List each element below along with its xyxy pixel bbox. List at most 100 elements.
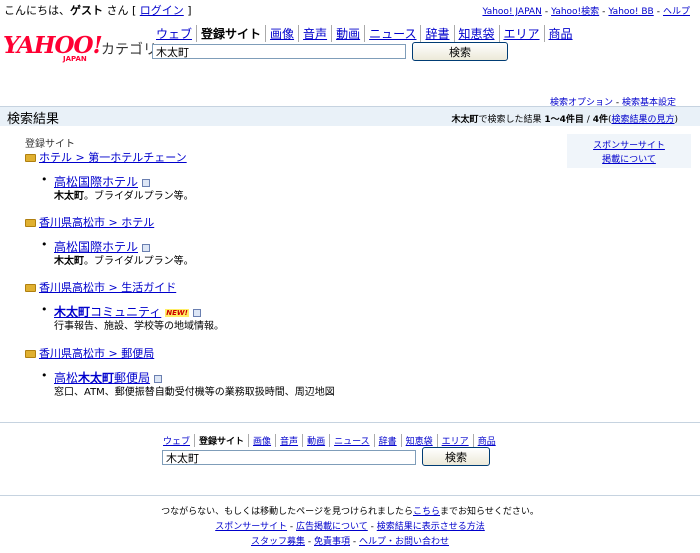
- site-link[interactable]: 高松国際ホテル: [54, 175, 138, 189]
- footer-disclaimer-link[interactable]: 免責事項: [314, 537, 350, 547]
- footer-notice-pre: つながらない、もしくは移動したページを見つけられましたら: [161, 507, 413, 517]
- result-group: 香川県高松市 > 生活ガイド • 木太町コミュニティ NEW! 行事報告、施設、学校等の…: [25, 279, 224, 334]
- tab-5-bottom[interactable]: ニュース: [329, 434, 374, 447]
- site-link[interactable]: 木太町コミュニティ: [54, 305, 161, 319]
- title-part: 郵便局: [114, 371, 151, 385]
- yahoo-japan-link[interactable]: Yahoo! JAPAN: [482, 7, 541, 17]
- separator: -: [289, 522, 294, 532]
- result-group: ホテル > 第一ホテルチェーン • 高松国際ホテル 木太町。ブライダルプラン等。: [25, 149, 194, 204]
- tab-6-bottom[interactable]: 辞書: [373, 434, 401, 447]
- paren: ): [674, 115, 678, 125]
- footer: つながらない、もしくは移動したページを見つけられましたらこちらまでお知らせくださ…: [0, 505, 700, 550]
- footer-display-link[interactable]: 検索結果に表示させる方法: [377, 522, 485, 532]
- footer-notice-post: までお知らせください。: [440, 507, 539, 517]
- tab-1-bottom[interactable]: 登録サイト: [194, 434, 248, 447]
- result-range: 1〜4件目: [544, 115, 584, 125]
- tab-4-bottom[interactable]: 動画: [302, 434, 329, 447]
- item-body: 高松国際ホテル 木太町。ブライダルプラン等。: [54, 173, 194, 204]
- title-part: コミュニティ: [90, 305, 162, 319]
- new-window-icon[interactable]: [142, 243, 151, 252]
- yahoo-search-link[interactable]: Yahoo!検索: [551, 7, 599, 17]
- tab-8[interactable]: エリア: [498, 25, 544, 42]
- category-link[interactable]: 香川県高松市 > 郵便局: [39, 347, 154, 360]
- search-tabs-bottom: ウェブ 登録サイト 画像 音声 動画 ニュース 辞書 知恵袋 エリア 商品: [163, 434, 500, 447]
- separator: -: [544, 7, 549, 17]
- item-body: 高松国際ホテル 木太町。ブライダルプラン等。: [54, 238, 194, 269]
- category-row: 香川県高松市 > 郵便局: [25, 345, 335, 361]
- separator: -: [370, 522, 374, 532]
- tab-9[interactable]: 商品: [543, 25, 577, 42]
- tab-5[interactable]: ニュース: [364, 25, 420, 42]
- search-input[interactable]: [152, 44, 406, 59]
- bullet: •: [41, 369, 48, 382]
- folder-icon: [25, 284, 36, 292]
- search-button-bottom[interactable]: 検索: [422, 447, 490, 466]
- tab-8-bottom[interactable]: エリア: [436, 434, 473, 447]
- sponsor-site-link[interactable]: スポンサーサイト: [593, 141, 665, 151]
- desc-highlight: 木太町: [54, 191, 84, 202]
- tab-2-bottom[interactable]: 画像: [248, 434, 275, 447]
- result-group: 香川県高松市 > 郵便局 • 高松木太町郵便局窓口、ATM、郵便振替自動受付機等の業…: [25, 345, 335, 400]
- site-link[interactable]: 高松木太町郵便局: [54, 371, 150, 385]
- title-part: 高松: [54, 371, 79, 385]
- separator: -: [602, 7, 606, 17]
- yahoo-logo[interactable]: YAHOO! JAPAN: [3, 34, 103, 64]
- tab-3-bottom[interactable]: 音声: [275, 434, 302, 447]
- tab-1[interactable]: 登録サイト: [196, 25, 265, 42]
- report-link[interactable]: こちら: [413, 507, 440, 517]
- tab-3[interactable]: 音声: [298, 25, 331, 42]
- tab-2[interactable]: 画像: [265, 25, 298, 42]
- result-total: 4件: [592, 115, 608, 125]
- info-mid: で検索した結果: [478, 115, 545, 125]
- listing-link[interactable]: 掲載について: [602, 155, 656, 165]
- item-title: 高松国際ホテル: [54, 173, 194, 190]
- logo-sub: JAPAN: [63, 55, 87, 63]
- greeting-suffix: さん [: [103, 4, 140, 17]
- new-window-icon[interactable]: [154, 374, 163, 383]
- tab-7-bottom[interactable]: 知恵袋: [400, 434, 437, 447]
- item-description: 行事報告、施設、学校等の地域情報。: [54, 320, 224, 334]
- greeting-end: ]: [183, 4, 192, 17]
- list-item: • 木太町コミュニティ NEW! 行事報告、施設、学校等の地域情報。: [41, 303, 224, 334]
- category-label: カテゴリ: [101, 42, 157, 58]
- footer-help-link[interactable]: ヘルプ・お問い合わせ: [359, 537, 449, 547]
- desc-text: 窓口、ATM、郵便振替自動受付機等の業務取扱時間、周辺地図: [54, 387, 335, 398]
- new-window-icon[interactable]: [142, 178, 151, 187]
- sponsor-box: スポンサーサイト 掲載について: [567, 134, 691, 168]
- search-button[interactable]: 検索: [412, 42, 508, 61]
- site-link[interactable]: 高松国際ホテル: [54, 240, 138, 254]
- tab-0-bottom[interactable]: ウェブ: [163, 434, 194, 447]
- footer-staff-link[interactable]: スタッフ募集: [251, 537, 305, 547]
- tab-6[interactable]: 辞書: [420, 25, 453, 42]
- footer-ad-link[interactable]: 広告掲載について: [296, 522, 368, 532]
- item-title: 高松国際ホテル: [54, 238, 194, 255]
- category-link[interactable]: ホテル > 第一ホテルチェーン: [39, 151, 187, 164]
- divider: [0, 495, 700, 496]
- category-link[interactable]: 香川県高松市 > 生活ガイド: [39, 281, 176, 294]
- footer-sponsor-link[interactable]: スポンサーサイト: [215, 522, 287, 532]
- folder-icon: [25, 350, 36, 358]
- query-term: 木太町: [451, 115, 479, 125]
- login-link[interactable]: ログイン: [140, 4, 184, 17]
- item-title: 高松木太町郵便局: [54, 369, 335, 386]
- tab-9-bottom[interactable]: 商品: [472, 434, 500, 447]
- item-description: 木太町。ブライダルプラン等。: [54, 190, 194, 204]
- desc-text: 行事報告、施設、学校等の地域情報。: [54, 321, 224, 332]
- footer-notice: つながらない、もしくは移動したページを見つけられましたらこちらまでお知らせくださ…: [0, 505, 700, 520]
- tab-7[interactable]: 知恵袋: [453, 25, 499, 42]
- item-body: 木太町コミュニティ NEW! 行事報告、施設、学校等の地域情報。: [54, 303, 224, 334]
- separator: -: [352, 537, 357, 547]
- list-item: • 高松国際ホテル 木太町。ブライダルプラン等。: [41, 238, 194, 269]
- info-slash: /: [583, 115, 593, 125]
- title-part: 高松国際ホテル: [54, 240, 139, 254]
- search-input-bottom[interactable]: [162, 450, 416, 465]
- new-window-icon[interactable]: [192, 308, 201, 317]
- category-link[interactable]: 香川県高松市 > ホテル: [39, 216, 154, 229]
- help-link[interactable]: ヘルプ: [663, 7, 690, 17]
- desc-text: 。ブライダルプラン等。: [84, 256, 194, 267]
- yahoo-bb-link[interactable]: Yahoo! BB: [608, 7, 653, 17]
- category-row: 香川県高松市 > 生活ガイド: [25, 279, 224, 295]
- results-guide-link[interactable]: 検索結果の見方: [611, 115, 674, 125]
- tab-4[interactable]: 動画: [331, 25, 364, 42]
- tab-0[interactable]: ウェブ: [156, 25, 196, 42]
